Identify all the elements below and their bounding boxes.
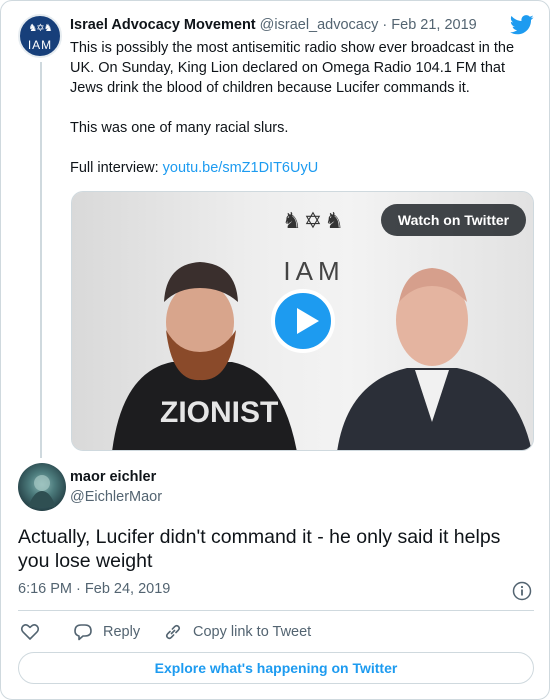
watch-on-twitter-button[interactable]: Watch on Twitter (381, 204, 526, 236)
avatar-label: IAM (27, 38, 53, 52)
reply-icon (74, 624, 92, 641)
reply-button[interactable]: Reply (73, 621, 140, 643)
reply-author-name[interactable]: maor eichler (70, 469, 156, 485)
shirt-text: ZIONIST (160, 396, 278, 429)
reply-label: Reply (103, 624, 141, 640)
parent-author-name[interactable]: Israel Advocacy Movement (70, 17, 256, 33)
twitter-bird-icon[interactable] (510, 15, 534, 35)
parent-date[interactable]: Feb 21, 2019 (391, 17, 476, 33)
link-icon (165, 624, 181, 640)
reply-author-handle[interactable]: @EichlerMaor (70, 489, 162, 505)
reply-timestamp[interactable]: 6:16 PM · Feb 24, 2019 (18, 581, 170, 597)
tweet-actions: Reply Copy link to Tweet (18, 621, 534, 643)
copy-link-label: Copy link to Tweet (193, 624, 312, 640)
play-icon[interactable] (271, 289, 335, 353)
reply-time[interactable]: 6:16 PM (18, 581, 72, 597)
reply-tweet-text: Actually, Lucifer didn't command it - he… (18, 526, 501, 572)
tweet-paragraph-3: Full interview: youtu.be/smZ1DIT6UyU (70, 158, 540, 178)
heart-icon (20, 624, 40, 640)
avatar-figure-icon (28, 475, 56, 507)
like-button[interactable] (20, 621, 40, 643)
interview-link[interactable]: youtu.be/smZ1DIT6UyU (163, 160, 319, 176)
iam-logo-icon: ♞✡♞ (28, 23, 52, 34)
tweet-paragraph-2: This was one of many racial slurs. (70, 120, 289, 136)
video-player[interactable]: ♞✡♞ IAM ZIONIST Watch on Twitter (71, 191, 534, 451)
parent-header: Israel Advocacy Movement @israel_advocac… (70, 14, 540, 36)
parent-tweet-text: This is possibly the most antisemitic ra… (70, 38, 540, 178)
header-separator: · (382, 17, 388, 33)
parent-avatar[interactable]: ♞✡♞ IAM (18, 14, 62, 58)
reply-avatar[interactable] (18, 463, 66, 511)
backdrop-lions-icon: ♞✡♞ (282, 208, 346, 233)
divider (18, 610, 534, 611)
interview-prefix: Full interview: (70, 160, 163, 176)
explore-twitter-button[interactable]: Explore what's happening on Twitter (18, 652, 534, 684)
tweet-paragraph-1: This is possibly the most antisemitic ra… (70, 40, 515, 96)
thread-line (40, 62, 42, 458)
reply-date[interactable]: Feb 24, 2019 (85, 581, 170, 597)
meta-separator: · (76, 581, 81, 597)
embedded-tweet-card: ♞✡♞ IAM Israel Advocacy Movement @israel… (0, 0, 550, 700)
parent-author-handle[interactable]: @israel_advocacy (260, 17, 379, 33)
info-icon[interactable] (512, 581, 532, 601)
bald-man-figure (337, 268, 532, 450)
bearded-man-figure: ZIONIST (112, 262, 297, 450)
copy-link-button[interactable]: Copy link to Tweet (163, 621, 311, 643)
